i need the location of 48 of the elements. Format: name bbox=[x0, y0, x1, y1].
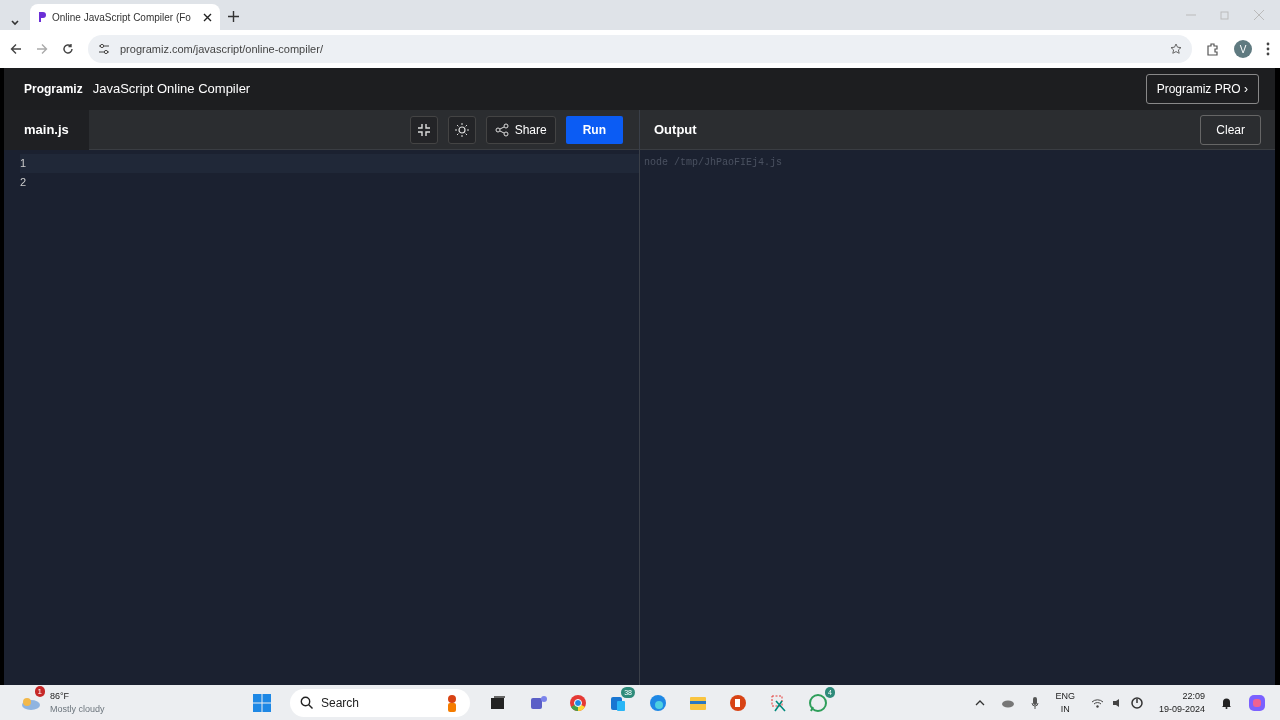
wifi-icon[interactable] bbox=[1090, 697, 1104, 708]
browser-tab[interactable]: Online JavaScript Compiler (Fo bbox=[30, 4, 220, 30]
whatsapp-icon[interactable] bbox=[808, 692, 828, 713]
site-settings-icon[interactable] bbox=[98, 43, 110, 55]
powerpoint-icon[interactable] bbox=[728, 692, 748, 713]
sun-icon bbox=[454, 122, 469, 137]
copilot-icon[interactable] bbox=[1248, 693, 1266, 712]
address-bar[interactable]: programiz.com/javascript/online-compiler/ bbox=[88, 35, 1192, 63]
run-button[interactable]: Run bbox=[565, 115, 623, 144]
weather-condition: Mostly cloudy bbox=[50, 704, 105, 714]
collapse-icon bbox=[416, 122, 431, 137]
profile-avatar[interactable]: V bbox=[1234, 40, 1252, 58]
line-number: 1 bbox=[20, 156, 27, 172]
more-icon[interactable] bbox=[1266, 42, 1270, 56]
bell-icon[interactable] bbox=[1221, 696, 1232, 709]
tab-title: Online JavaScript Compiler (Fo bbox=[52, 10, 192, 25]
language[interactable]: ENG bbox=[1055, 691, 1075, 701]
theme-button[interactable] bbox=[447, 115, 476, 144]
file-tab[interactable]: main.js bbox=[4, 109, 89, 150]
temperature: 86°F bbox=[50, 691, 71, 701]
search-icon bbox=[300, 696, 313, 709]
close-icon[interactable] bbox=[203, 12, 212, 22]
share-icon bbox=[494, 122, 509, 137]
back-icon[interactable] bbox=[10, 43, 22, 55]
star-icon[interactable] bbox=[1170, 43, 1182, 55]
snipping-tool-icon[interactable] bbox=[768, 692, 788, 713]
page-title: JavaScript Online Compiler bbox=[92, 80, 252, 99]
microphone-icon[interactable] bbox=[1031, 696, 1040, 709]
site-icon bbox=[38, 12, 46, 22]
line-number: 2 bbox=[20, 175, 27, 191]
chrome-icon[interactable] bbox=[568, 692, 588, 713]
edge-icon[interactable] bbox=[648, 692, 668, 713]
clock-date[interactable]: 19-09-2024 bbox=[1158, 704, 1205, 714]
search-field[interactable]: Search bbox=[290, 688, 470, 717]
logo[interactable]: Programiz bbox=[24, 80, 83, 98]
collapse-button[interactable] bbox=[409, 115, 438, 144]
start-icon[interactable] bbox=[252, 692, 272, 713]
pro-button[interactable]: Programiz PRO › bbox=[1145, 74, 1259, 104]
extensions-icon[interactable] bbox=[1206, 42, 1220, 56]
output-title: Output bbox=[653, 120, 698, 139]
clear-button[interactable]: Clear bbox=[1200, 114, 1261, 145]
notification-badge: 1 bbox=[34, 685, 45, 697]
share-button[interactable]: Share bbox=[485, 115, 556, 144]
new-tab-icon[interactable] bbox=[228, 11, 239, 22]
region[interactable]: IN bbox=[1060, 704, 1070, 714]
url-text: programiz.com/javascript/online-compiler/ bbox=[120, 41, 324, 57]
reload-icon[interactable] bbox=[62, 43, 74, 55]
clock-time[interactable]: 22:09 bbox=[1182, 691, 1205, 701]
